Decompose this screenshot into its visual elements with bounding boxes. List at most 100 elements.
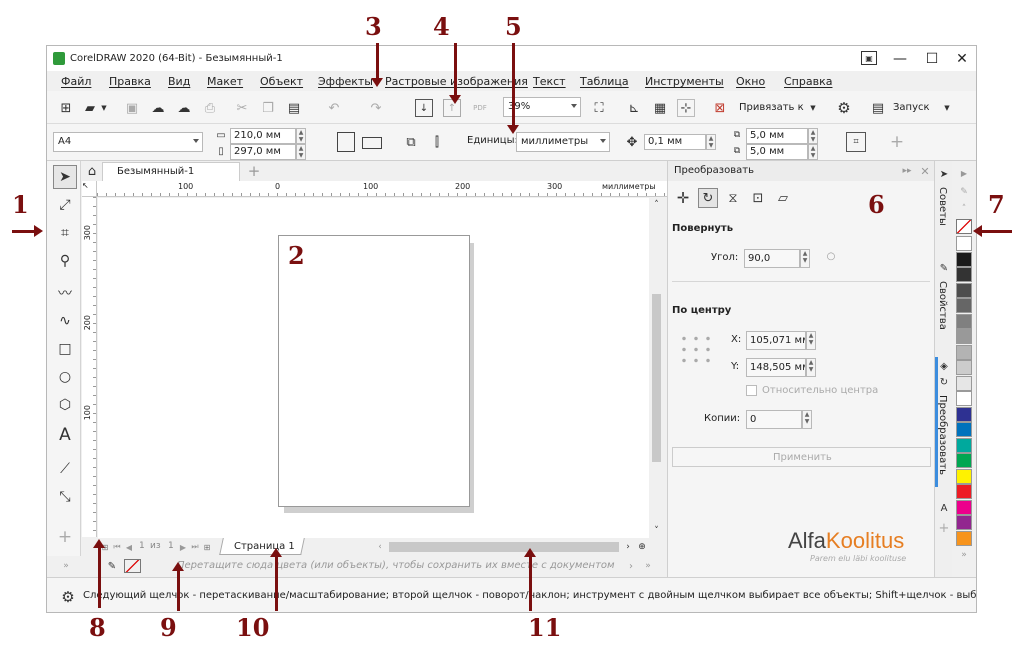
color-swatch[interactable]: [956, 360, 972, 375]
vertical-ruler[interactable]: 300 200 100: [82, 197, 97, 537]
apply-button[interactable]: Применить: [672, 447, 931, 467]
y-input[interactable]: 148,505 мм: [746, 358, 806, 377]
add-docker-icon[interactable]: +: [937, 521, 951, 536]
color-eyedropper-icon[interactable]: ✎: [957, 185, 971, 199]
anchor-grid[interactable]: [678, 333, 714, 365]
chevron-left-icon[interactable]: ‹: [374, 540, 386, 554]
menu-tools[interactable]: Инструменты: [645, 75, 724, 88]
chevron-right-icon[interactable]: ›: [622, 540, 634, 554]
horizontal-scroll-thumb[interactable]: [389, 542, 619, 552]
duplicate-y-input[interactable]: 5,0 мм: [746, 144, 808, 160]
x-spinner[interactable]: ▲ ▼: [806, 331, 816, 350]
last-page-icon[interactable]: ⏭: [189, 540, 201, 554]
page-size-dropdown[interactable]: A4: [53, 132, 203, 152]
color-swatch[interactable]: [956, 406, 972, 422]
no-fill-swatch[interactable]: [124, 559, 141, 573]
color-swatch[interactable]: [956, 236, 972, 251]
vertical-scroll-thumb[interactable]: [652, 294, 661, 462]
first-page-icon[interactable]: ⏮: [111, 540, 123, 554]
color-swatch[interactable]: [956, 499, 972, 515]
transform-tab[interactable]: Преобразовать: [937, 395, 948, 475]
undo-icon[interactable]: ↶: [325, 99, 343, 117]
gear-icon[interactable]: ⚙: [59, 588, 77, 606]
paste-icon[interactable]: ▤: [285, 99, 303, 117]
duplicate-x-input[interactable]: 5,0 мм: [746, 128, 808, 144]
angle-circle-icon[interactable]: ○: [824, 249, 838, 263]
save-icon[interactable]: ▣: [123, 99, 141, 117]
color-swatch[interactable]: [956, 422, 972, 437]
color-swatch[interactable]: [956, 313, 972, 329]
angle-input[interactable]: 90,0: [744, 249, 800, 268]
freehand-tool-icon[interactable]: 〰: [53, 281, 77, 305]
drawing-page[interactable]: [278, 235, 470, 507]
add-icon[interactable]: +: [887, 132, 907, 152]
properties-tab[interactable]: Свойства: [937, 281, 948, 330]
color-swatch[interactable]: [956, 515, 972, 530]
text-tool-icon[interactable]: A: [53, 423, 77, 447]
chevron-down-icon[interactable]: ▼: [941, 99, 953, 117]
color-swatch[interactable]: [956, 282, 972, 298]
ellipse-tool-icon[interactable]: ○: [53, 365, 77, 389]
page-width-input[interactable]: 210,0 мм: [230, 128, 296, 144]
transform-tab-icon[interactable]: ↻: [937, 375, 951, 389]
show-grid-icon[interactable]: ▦: [651, 99, 669, 117]
color-swatch[interactable]: [956, 298, 972, 313]
cloud-upload-icon[interactable]: ☁: [175, 99, 193, 117]
horizontal-ruler[interactable]: 100 0 100 200 300 миллиметры: [97, 181, 667, 197]
color-swatch[interactable]: [956, 267, 972, 282]
snap-off-icon[interactable]: ⊠: [711, 99, 729, 117]
collapse-docker-icon[interactable]: ▸▸: [900, 164, 914, 178]
prev-page-icon[interactable]: ◀: [123, 540, 135, 554]
menu-window[interactable]: Окно: [736, 75, 765, 88]
new-document-icon[interactable]: ⊞: [57, 99, 75, 117]
user-icon[interactable]: ▣: [861, 51, 877, 65]
color-swatch[interactable]: [956, 329, 972, 344]
zoom-tool-icon[interactable]: ⚲: [53, 249, 77, 273]
chevron-up-icon[interactable]: ˄: [957, 203, 971, 215]
layers-icon[interactable]: ◈: [937, 359, 951, 373]
home-icon[interactable]: ⌂: [84, 163, 100, 179]
maximize-button[interactable]: ☐: [915, 46, 949, 71]
color-swatch[interactable]: [956, 344, 972, 360]
redo-icon[interactable]: ↷: [367, 99, 385, 117]
hints-tab[interactable]: Советы: [937, 187, 948, 226]
pick-tool-icon[interactable]: ➤: [53, 165, 77, 189]
height-spinner[interactable]: ▲ ▼: [296, 144, 306, 160]
all-pages-icon[interactable]: ⧉: [401, 132, 421, 152]
rectangle-tool-icon[interactable]: □: [53, 337, 77, 361]
open-folder-icon[interactable]: ▰: [81, 99, 99, 117]
chevron-down-icon[interactable]: ▼: [807, 99, 819, 117]
crop-tool-icon[interactable]: ⌗: [53, 221, 77, 245]
units-dropdown[interactable]: миллиметры: [516, 132, 610, 152]
add-document-icon[interactable]: +: [246, 162, 262, 180]
launch-icon[interactable]: ▤: [869, 99, 887, 117]
polygon-tool-icon[interactable]: ⬡: [53, 393, 77, 417]
dimension-tool-icon[interactable]: ⟋: [53, 457, 77, 481]
nudge-distance-input[interactable]: 0,1 мм: [644, 134, 706, 150]
scale-icon[interactable]: ⊡: [748, 188, 768, 208]
duplicate-y-spinner[interactable]: ▲ ▼: [808, 144, 818, 160]
menu-view[interactable]: Вид: [168, 75, 190, 88]
gear-icon[interactable]: ⚙: [835, 99, 853, 117]
chevron-double-right-icon[interactable]: »: [59, 559, 73, 573]
color-swatch[interactable]: [956, 391, 972, 406]
menu-layout[interactable]: Макет: [207, 75, 243, 88]
connector-tool-icon[interactable]: ⤡: [53, 485, 77, 509]
y-spinner[interactable]: ▲ ▼: [806, 358, 816, 377]
add-tool-icon[interactable]: +: [53, 525, 77, 549]
launch-dropdown[interactable]: Запуск: [893, 102, 930, 113]
chevron-up-icon[interactable]: ˄: [649, 198, 664, 212]
cut-icon[interactable]: ✂: [233, 99, 251, 117]
position-icon[interactable]: ✛: [673, 188, 693, 208]
properties-icon[interactable]: ✎: [937, 261, 951, 275]
palette-menu-icon[interactable]: ▶: [957, 166, 971, 180]
chevron-double-down-icon[interactable]: »: [957, 549, 971, 561]
duplicate-x-spinner[interactable]: ▲ ▼: [808, 128, 818, 144]
color-swatch[interactable]: [956, 375, 972, 391]
color-swatch[interactable]: [956, 453, 972, 468]
width-spinner[interactable]: ▲ ▼: [296, 128, 306, 144]
skew-icon[interactable]: ▱: [773, 188, 793, 208]
menu-effects[interactable]: Эффекты: [318, 75, 373, 88]
next-page-icon[interactable]: ▶: [177, 540, 189, 554]
color-swatch[interactable]: [956, 530, 972, 546]
